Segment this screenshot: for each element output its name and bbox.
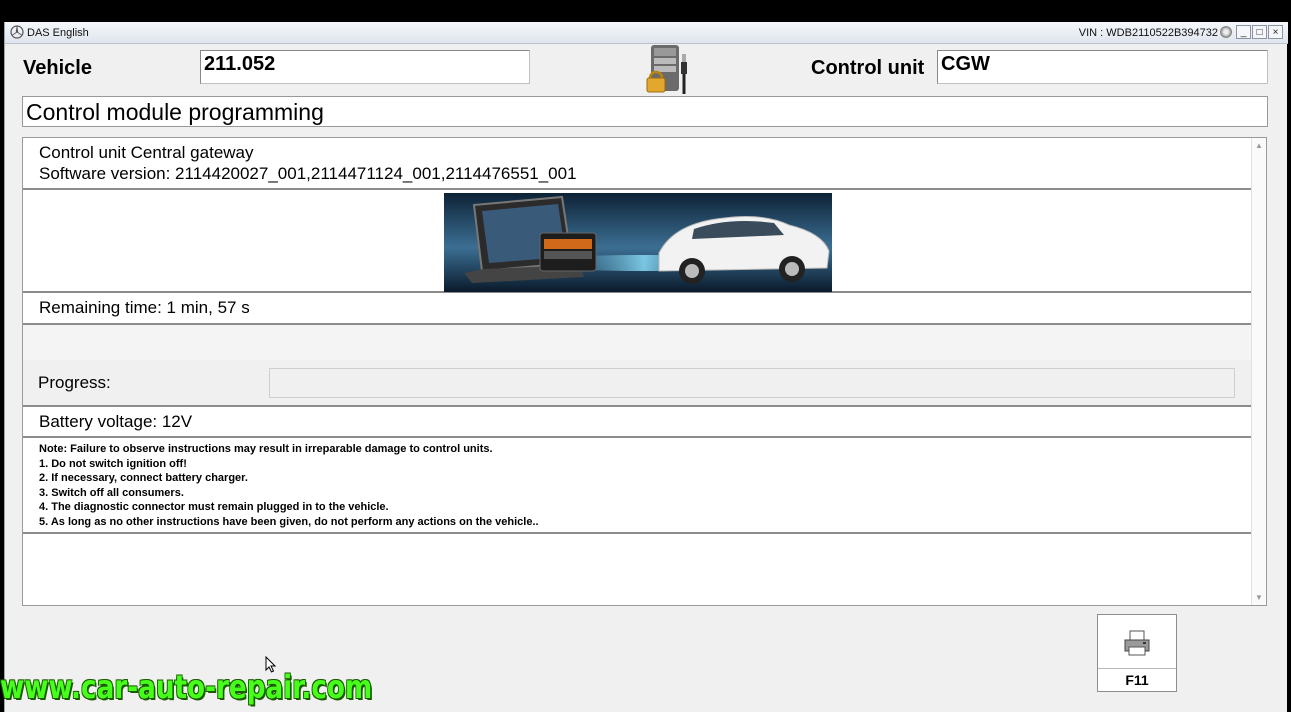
control-unit-line: Control unit Central gateway <box>39 143 254 162</box>
note-line: 1. Do not switch ignition off! <box>39 457 187 470</box>
mercedes-star-icon <box>10 25 24 39</box>
note-line: 2. If necessary, connect battery charger… <box>39 472 248 484</box>
das-window: DAS English VIN : WDB2110522B394732 _ □ … <box>4 22 1288 712</box>
control-unit-label: Control unit <box>811 57 925 79</box>
banner-section <box>23 190 1253 293</box>
spacer-section <box>23 325 1253 360</box>
watermark-text: www.car-auto-repair.com <box>0 668 373 706</box>
programming-panel: Control unit Central gateway Software ve… <box>22 137 1267 606</box>
battery-voltage-section: Battery voltage: 12V <box>23 407 1253 438</box>
note-line: 3. Switch off all consumers. <box>39 486 184 499</box>
remaining-time-section: Remaining time: 1 min, 57 s <box>23 293 1253 325</box>
note-line: 4. The diagnostic connector must remain … <box>39 501 389 513</box>
notes-section: Note: Failure to observe instructions ma… <box>23 438 1253 534</box>
locked-ecu-connector-icon <box>646 45 687 94</box>
f11-label: F11 <box>1098 668 1176 691</box>
minimize-button[interactable]: _ <box>1236 25 1251 39</box>
scroll-up-icon[interactable]: ▲ <box>1255 141 1263 150</box>
control-unit-field: CGW <box>937 50 1268 84</box>
restore-button[interactable]: □ <box>1252 25 1267 39</box>
f11-print-button[interactable]: F11 <box>1097 614 1177 692</box>
printer-icon <box>1124 630 1150 656</box>
remaining-time-text: Remaining time: 1 min, 57 s <box>39 298 250 317</box>
settings-icon[interactable] <box>1220 26 1232 38</box>
progress-label: Progress: <box>38 373 111 392</box>
progress-section: Progress: <box>23 360 1253 407</box>
vehicle-label: Vehicle <box>23 57 92 79</box>
notes-list: Note: Failure to observe instructions ma… <box>23 438 1253 533</box>
close-button[interactable]: × <box>1268 25 1283 39</box>
control-unit-info-section: Control unit Central gateway Software ve… <box>23 138 1253 190</box>
vehicle-field: 211.052 <box>200 50 530 84</box>
vin-label: VIN : WDB2110522B394732 <box>1078 27 1218 39</box>
page-title: Control module programming <box>22 96 1268 127</box>
progress-bar <box>269 368 1235 398</box>
panel-scrollbar[interactable]: ▲ ▼ <box>1251 138 1266 605</box>
app-title: DAS English <box>27 27 89 39</box>
note-line: 5. As long as no other instructions have… <box>39 515 539 528</box>
note-line: Note: Failure to observe instructions ma… <box>39 443 493 455</box>
software-version-line: Software version: 2114420027_001,2114471… <box>39 164 577 183</box>
title-bar: DAS English VIN : WDB2110522B394732 _ □ … <box>5 22 1288 44</box>
diagnostic-tablet-and-car-banner <box>444 193 832 292</box>
scroll-down-icon[interactable]: ▼ <box>1255 593 1263 602</box>
battery-voltage-text: Battery voltage: 12V <box>39 412 193 431</box>
